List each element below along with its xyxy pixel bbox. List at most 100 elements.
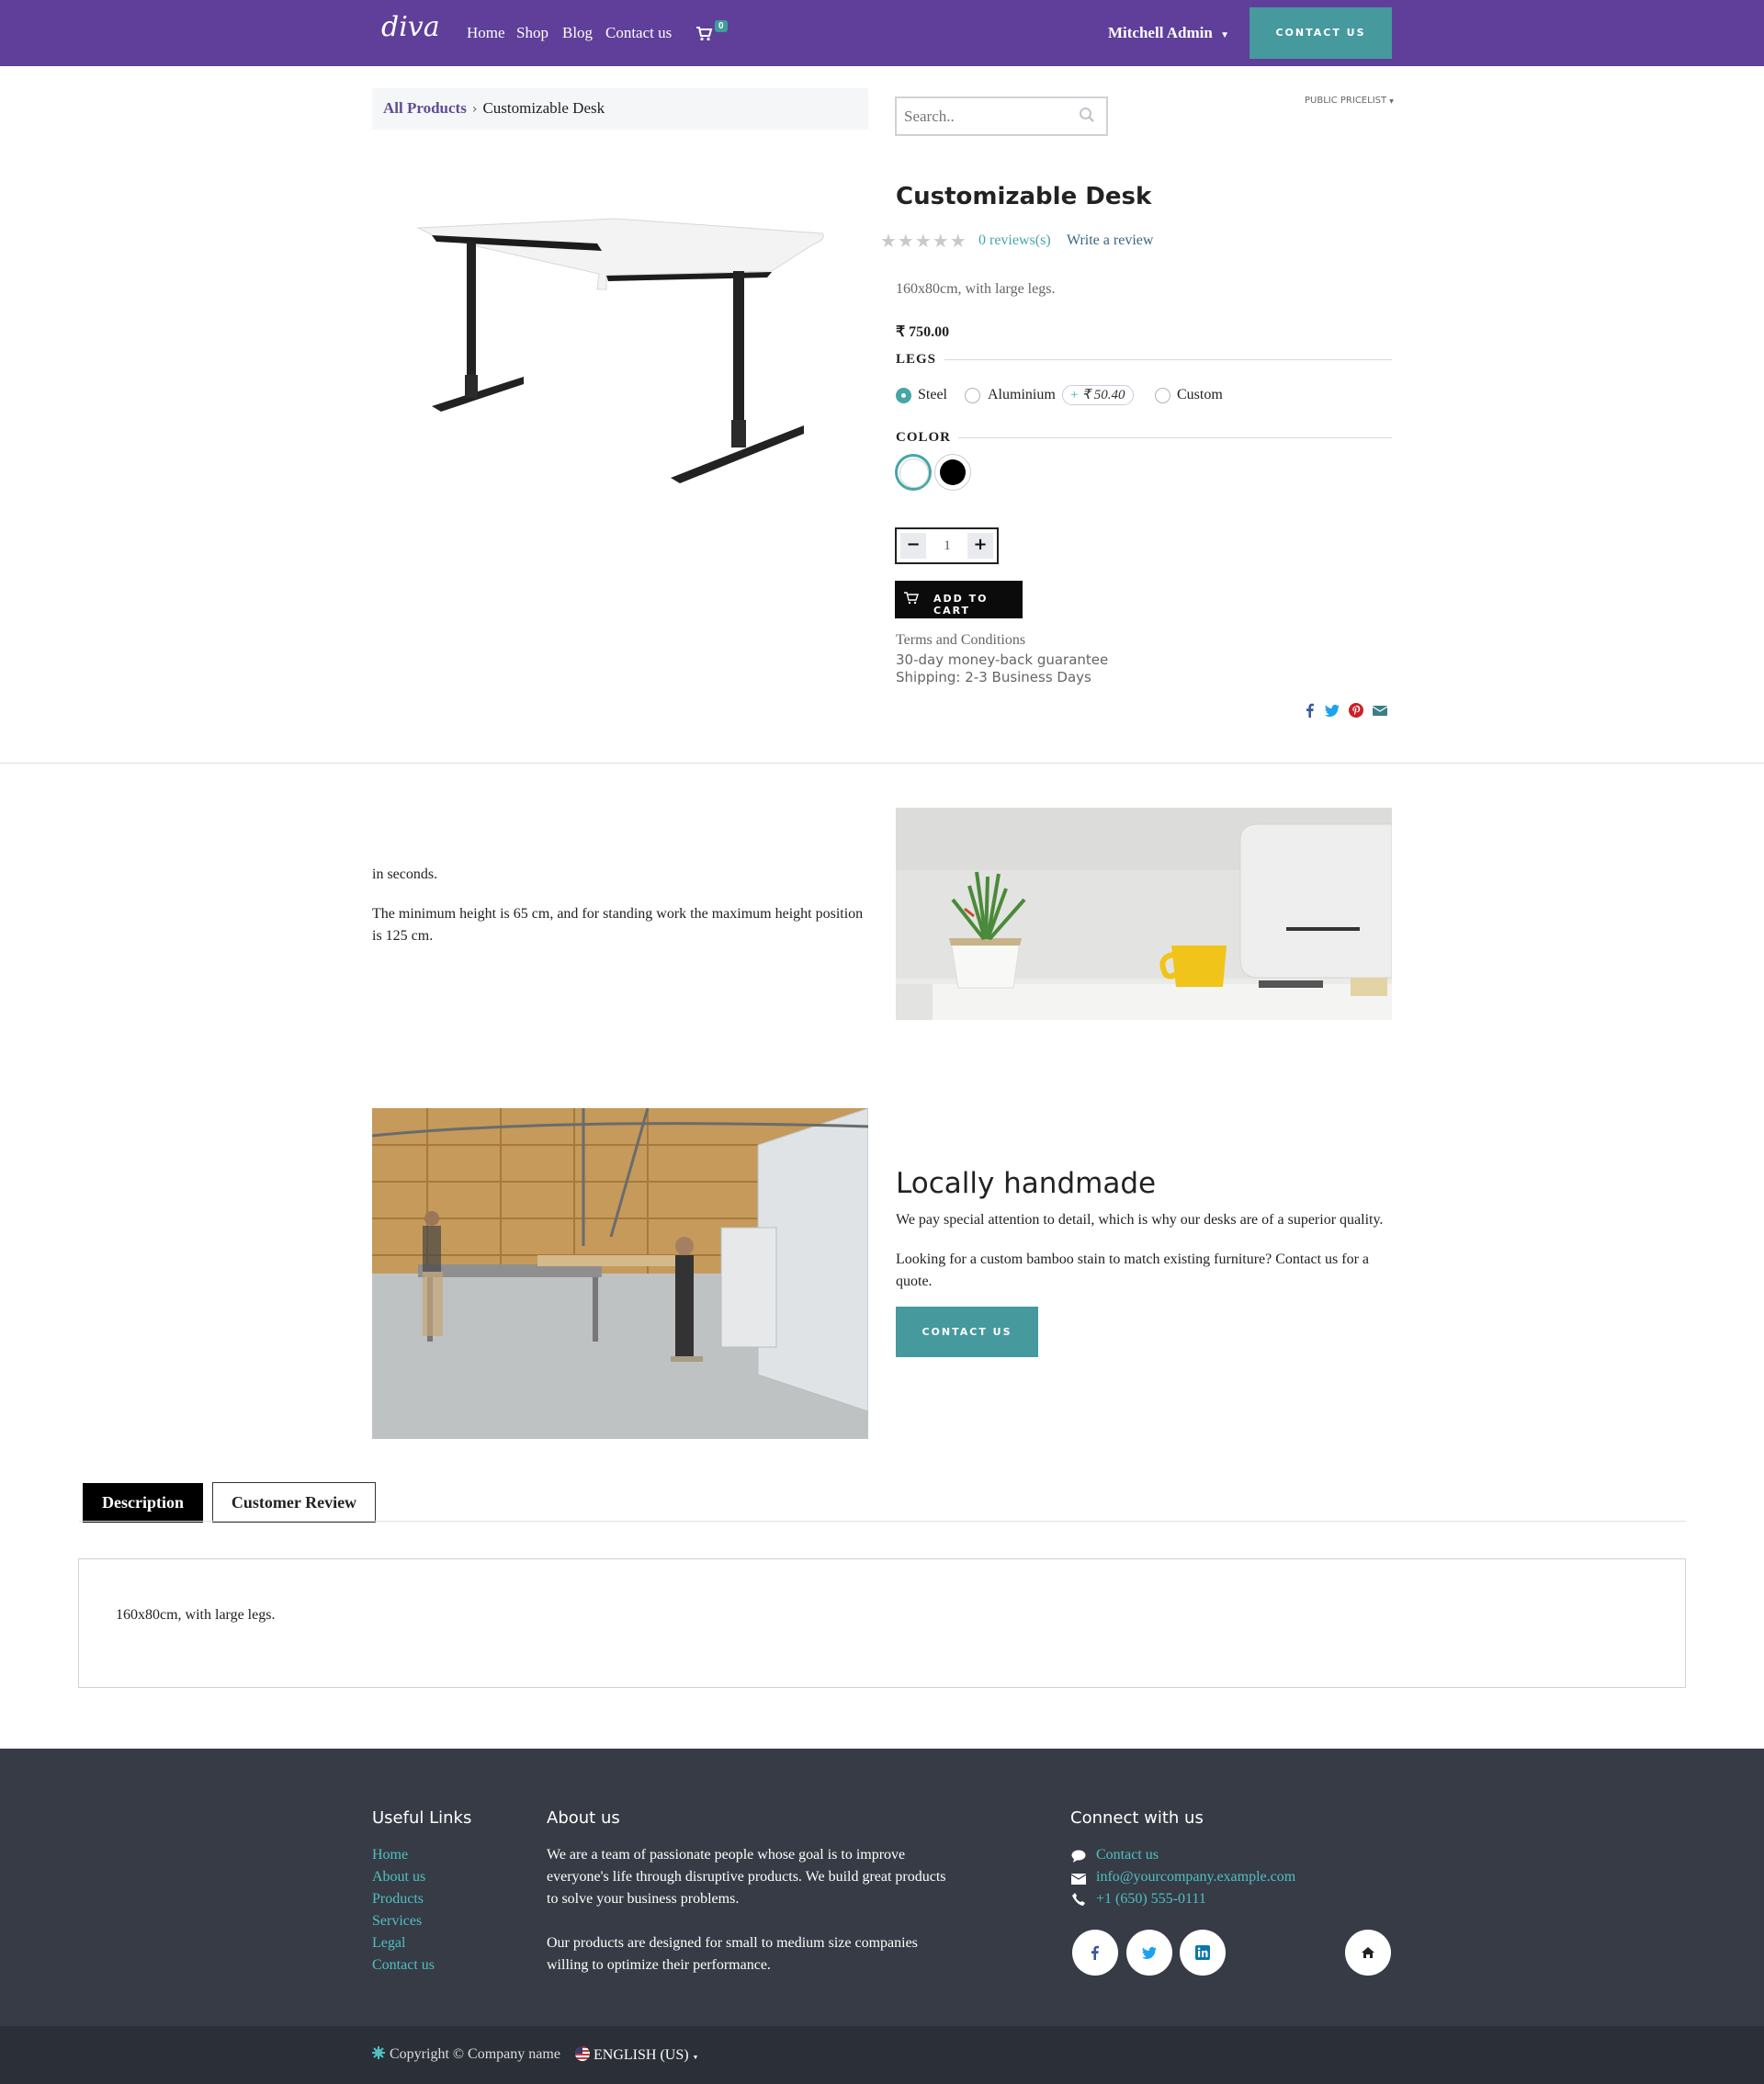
guarantee-text: 30-day money-back guarantee [896,651,1109,668]
legs-label-steel: Steel [918,387,947,402]
handmade-heading: Locally handmade [896,1167,1157,1200]
handmade-contact-button[interactable]: CONTACT US [896,1307,1038,1357]
legs-divider [944,359,1392,360]
facebook-icon[interactable] [1303,703,1317,718]
pinterest-icon[interactable] [1349,703,1363,718]
legs-radio-custom[interactable] [1155,388,1170,403]
footer: Useful Links Home About us Products Serv… [0,1749,1764,2026]
footer-home-button[interactable] [1345,1930,1391,1976]
footer-twitter-button[interactable] [1126,1930,1172,1976]
footer-link-legal[interactable]: Legal [372,1935,405,1952]
odoo-icon [372,2046,385,2064]
footer-phone-link[interactable]: +1 (650) 555-0111 [1096,1891,1206,1908]
legs-radio-aluminium[interactable] [965,388,980,403]
twitter-icon [1142,1946,1157,1959]
cart-count-badge: 0 [715,20,728,32]
search-input[interactable] [904,106,1069,128]
footer-link-about[interactable]: About us [372,1869,425,1886]
color-attribute-label: COLOR [896,430,952,445]
legs-label-aluminium: Aluminium [988,387,1056,402]
reviews-count-link[interactable]: 0 reviews(s) [978,232,1051,249]
cart-icon [904,592,919,605]
top-navbar: diva Home Shop Blog Contact us 0 Mitchel… [0,0,1764,66]
nav-blog[interactable]: Blog [562,24,593,42]
add-to-cart-button[interactable]: ADD TO CART [895,581,1023,618]
caret-down-icon: ▼ [692,2054,699,2061]
linkedin-icon [1195,1945,1210,1960]
tab-panel: 160x80cm, with large legs. [78,1558,1686,1688]
twitter-icon[interactable] [1325,703,1340,718]
email-icon[interactable] [1372,703,1388,718]
product-image [416,218,824,483]
workshop-image [372,1108,868,1439]
tab-description[interactable]: Description [83,1483,203,1523]
desk-scene-image [896,808,1392,1020]
footer-connect-title: Connect with us [1070,1808,1204,1828]
site-logo[interactable]: diva [381,11,440,43]
footer-link-contact[interactable]: Contact us [372,1957,435,1974]
quantity-decrease-button[interactable]: − [900,533,926,559]
breadcrumb-all-products[interactable]: All Products [383,99,467,117]
add-to-cart-label: ADD TO CART [933,593,989,617]
search-box [895,96,1108,136]
section-divider [0,763,1764,764]
footer-link-services[interactable]: Services [372,1913,422,1930]
footer-useful-links-title: Useful Links [372,1808,472,1828]
quantity-increase-button[interactable]: + [967,533,993,559]
pricelist-dropdown[interactable]: PUBLIC PRICELIST ▼ [1305,96,1394,106]
copyright-bar: Copyright © Company name ENGLISH (US) ▼ [0,2026,1764,2084]
caret-down-icon: ▼ [1220,30,1229,40]
footer-contact-link[interactable]: Contact us [1096,1847,1159,1863]
quantity-stepper: − + [895,527,999,564]
footer-email-link[interactable]: info@yourcompany.example.com [1096,1869,1295,1886]
color-swatch-black[interactable] [934,454,971,491]
language-label: ENGLISH (US) [594,2047,689,2063]
footer-about-title: About us [547,1808,620,1828]
cart-icon [696,27,713,41]
product-price: ₹ 750.00 [896,324,950,340]
plus-sign: + [1070,388,1079,402]
user-name: Mitchell Admin [1108,24,1213,41]
user-menu[interactable]: Mitchell Admin ▼ [1108,24,1229,42]
footer-link-home[interactable]: Home [372,1847,408,1863]
quantity-input[interactable] [930,535,965,557]
nav-home[interactable]: Home [467,24,505,42]
breadcrumb-current: Customizable Desk [482,99,605,117]
language-selector[interactable]: ENGLISH (US) ▼ [575,2046,698,2064]
handmade-text-2: Looking for a custom bamboo stain to mat… [896,1252,1369,1289]
cart-button[interactable]: 0 [696,20,729,44]
tab-customer-review[interactable]: Customer Review [212,1482,376,1523]
facebook-icon [1091,1945,1099,1960]
nav-shop[interactable]: Shop [516,24,548,42]
footer-about-text-2: Our products are designed for small to m… [547,1935,918,1973]
terms-link[interactable]: Terms and Conditions [896,632,1025,649]
body-text-seconds: in seconds. [372,866,438,882]
us-flag-icon [575,2046,590,2061]
legs-attribute-label: LEGS [896,352,937,367]
breadcrumb: All Products › Customizable Desk [372,88,868,130]
product-title: Customizable Desk [896,183,1152,210]
footer-linkedin-button[interactable] [1180,1930,1226,1976]
caret-down-icon: ▼ [1389,98,1394,105]
legs-radio-steel[interactable] [896,388,911,403]
nav-contact-us[interactable]: Contact us [605,24,672,42]
color-swatch-white[interactable] [895,454,932,491]
copyright-text: Copyright © Company name [390,2046,560,2062]
tab-divider [79,1521,1686,1522]
rating-stars: ★★★★★ [880,230,967,252]
envelope-icon [1070,1873,1087,1889]
aluminium-extra-price-badge: + ₹ 50.40 [1062,385,1134,405]
comment-icon [1071,1850,1086,1867]
footer-facebook-button[interactable] [1072,1930,1118,1976]
pricelist-label: PUBLIC PRICELIST [1305,96,1387,106]
header-contact-button[interactable]: CONTACT US [1250,7,1392,59]
footer-link-products[interactable]: Products [372,1891,424,1908]
legs-label-custom: Custom [1177,387,1223,402]
phone-icon [1072,1893,1085,1910]
product-short-description: 160x80cm, with large legs. [896,281,1056,297]
write-review-link[interactable]: Write a review [1067,232,1153,249]
footer-about-text-1: We are a team of passionate people whose… [547,1847,946,1907]
tab-panel-text: 160x80cm, with large legs. [116,1607,276,1623]
handmade-text-1: We pay special attention to detail, whic… [896,1212,1384,1228]
search-icon[interactable] [1079,107,1099,127]
